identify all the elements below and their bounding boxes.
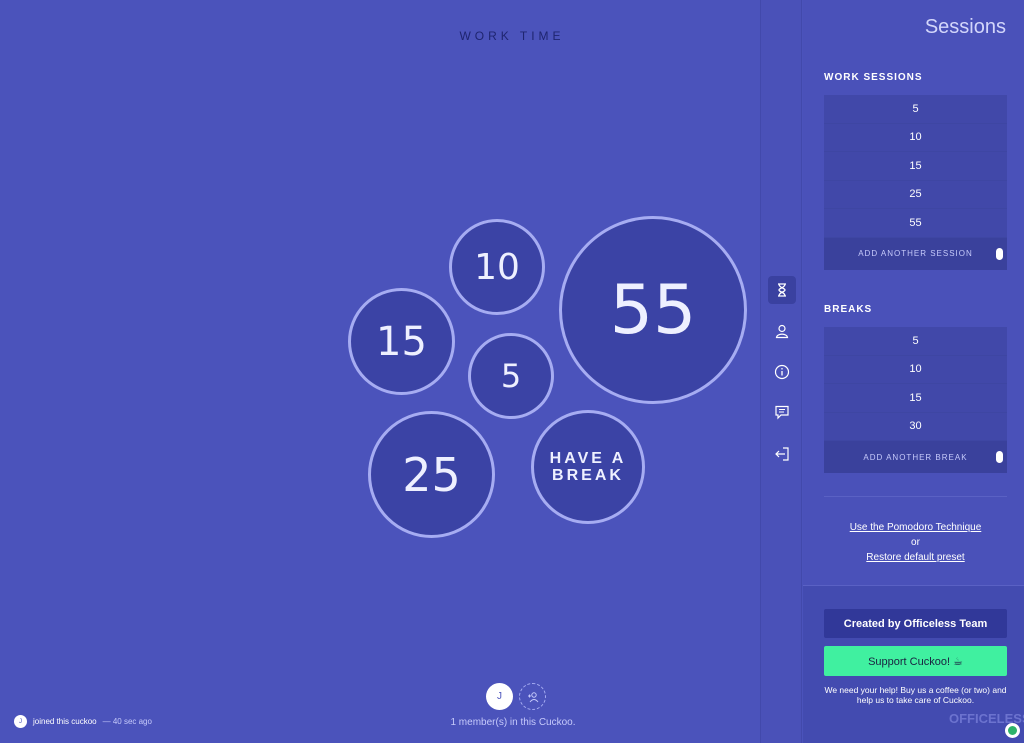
add-user-icon: [527, 691, 538, 702]
break-item[interactable]: 15: [824, 384, 1007, 413]
or-text: or: [911, 537, 920, 548]
info-tab[interactable]: [768, 358, 796, 386]
break-label-line1: HAVE A: [549, 450, 627, 467]
chat-icon: [775, 405, 789, 420]
break-item[interactable]: 30: [824, 412, 1007, 441]
bubble-label: 10: [474, 246, 520, 288]
stepper-icon[interactable]: [996, 247, 1003, 260]
info-icon: [774, 364, 790, 380]
work-session-item[interactable]: 25: [824, 180, 1007, 209]
work-session-item[interactable]: 5: [824, 95, 1007, 124]
bubble-label: 15: [376, 318, 427, 365]
support-button[interactable]: Support Cuckoo! ☕: [824, 646, 1007, 676]
work-session-item[interactable]: 15: [824, 152, 1007, 181]
work-sessions-label: WORK SESSIONS: [824, 72, 923, 83]
breaks-label: BREAKS: [824, 304, 873, 315]
break-item[interactable]: 5: [824, 327, 1007, 356]
work-session-item[interactable]: 10: [824, 123, 1007, 152]
icon-sidebar: [760, 0, 802, 743]
members-count: 1 member(s) in this Cuckoo.: [450, 717, 576, 728]
session-bubble-5[interactable]: 5: [468, 333, 554, 419]
divider: [824, 496, 1007, 497]
add-break-input[interactable]: ADD ANOTHER BREAK: [824, 441, 1007, 473]
members-row: J: [486, 683, 546, 710]
work-sessions-list: 5 10 15 25 55 ADD ANOTHER SESSION: [824, 95, 1007, 270]
pomodoro-link[interactable]: Use the Pomodoro Technique: [824, 520, 1007, 535]
logout-icon: [775, 447, 789, 461]
session-bubble-55[interactable]: 55: [559, 216, 747, 404]
bubble-label: 5: [500, 357, 522, 395]
bubble-label: 55: [609, 270, 697, 350]
break-label-line2: BREAK: [552, 467, 624, 484]
add-session-label: ADD ANOTHER SESSION: [858, 249, 973, 258]
sidebar-title: Sessions: [924, 16, 1006, 38]
activity-message: joined this cuckoo: [33, 717, 97, 726]
break-item[interactable]: 10: [824, 355, 1007, 384]
add-break-label: ADD ANOTHER BREAK: [863, 452, 968, 462]
activity-feed-item: J joined this cuckoo — 40 sec ago: [14, 715, 152, 728]
add-session-input[interactable]: ADD ANOTHER SESSION: [824, 237, 1007, 270]
shield-badge-icon: [1005, 723, 1020, 738]
have-a-break-button[interactable]: HAVE A BREAK: [531, 410, 645, 524]
bubble-label: 25: [402, 447, 461, 502]
user-icon: [775, 324, 789, 339]
sessions-tab[interactable]: [768, 276, 796, 304]
breaks-list: 5 10 15 30 ADD ANOTHER BREAK: [824, 327, 1007, 473]
stepper-icon[interactable]: [996, 451, 1003, 463]
session-bubble-10[interactable]: 10: [449, 219, 545, 315]
main-panel: WORK TIME 10 55 15 5 25 HAVE A BREAK J 1…: [0, 0, 760, 743]
work-session-item[interactable]: 55: [824, 209, 1007, 238]
hourglass-icon: [778, 283, 786, 297]
session-bubble-25[interactable]: 25: [368, 411, 495, 538]
created-by-button[interactable]: Created by Officeless Team: [824, 609, 1007, 638]
activity-avatar: J: [14, 715, 27, 728]
session-bubble-15[interactable]: 15: [348, 288, 455, 395]
leave-tab[interactable]: [768, 440, 796, 468]
profile-tab[interactable]: [768, 317, 796, 345]
preset-links: Use the Pomodoro Technique or Restore de…: [824, 520, 1007, 565]
feedback-tab[interactable]: [768, 398, 796, 426]
member-avatar[interactable]: J: [486, 683, 513, 710]
invite-member-button[interactable]: [519, 683, 546, 710]
support-section: Created by Officeless Team Support Cucko…: [803, 585, 1024, 743]
restore-default-link[interactable]: Restore default preset: [824, 550, 1007, 565]
sessions-sidebar: Sessions WORK SESSIONS 5 10 15 25 55 ADD…: [803, 0, 1024, 743]
activity-time: — 40 sec ago: [102, 717, 152, 726]
help-text: We need your help! Buy us a coffee (or t…: [824, 685, 1007, 705]
break-label: HAVE A BREAK: [550, 450, 627, 484]
